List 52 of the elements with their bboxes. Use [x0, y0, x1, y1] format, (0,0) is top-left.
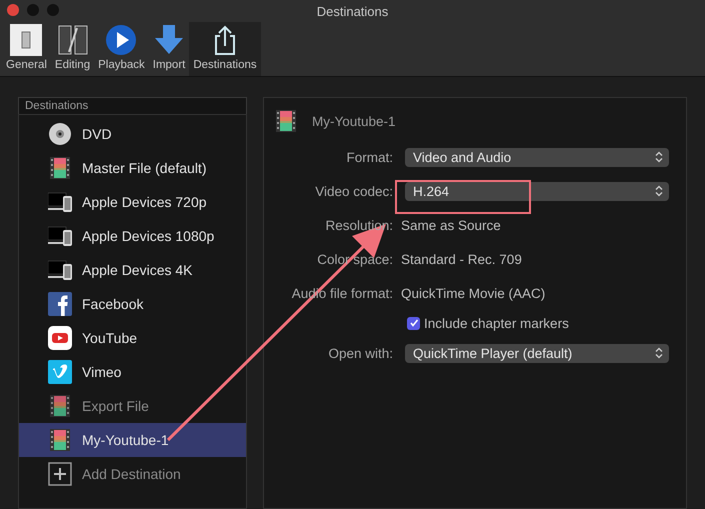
toolbar-button[interactable]: Destinations	[189, 22, 261, 76]
facebook-icon	[48, 292, 72, 316]
field-value: Same as Source	[401, 218, 501, 232]
devices-icon	[48, 190, 72, 214]
chevron-icon	[655, 151, 663, 163]
dropdown[interactable]: QuickTime Player (default)	[405, 344, 669, 362]
minimize-button[interactable]	[27, 4, 39, 16]
devices-icon	[48, 224, 72, 248]
devices-icon	[48, 258, 72, 282]
film-icon	[48, 394, 72, 418]
toolbar-button[interactable]: Editing	[50, 22, 94, 76]
checkbox[interactable]: Include chapter markers	[407, 316, 569, 330]
list-header: Destinations	[18, 97, 247, 114]
zoom-button[interactable]	[47, 4, 59, 16]
toolbar-button[interactable]: Import	[148, 22, 190, 76]
film-icon	[48, 156, 72, 180]
destination-item[interactable]: My-Youtube-1	[19, 423, 246, 457]
destination-item[interactable]: Master File (default)	[19, 151, 246, 185]
film-icon	[48, 428, 72, 452]
chevron-icon	[655, 347, 663, 359]
film-strip-icon	[56, 24, 88, 56]
field-value: Standard - Rec. 709	[401, 252, 522, 266]
destination-item[interactable]: Apple Devices 720p	[19, 185, 246, 219]
film-icon	[274, 109, 298, 133]
close-button[interactable]	[7, 4, 19, 16]
destination-item[interactable]: Apple Devices 1080p	[19, 219, 246, 253]
disc-icon	[48, 122, 72, 146]
chevron-icon	[655, 185, 663, 197]
dropdown[interactable]: Video and Audio	[405, 148, 669, 166]
window-title: Destinations	[316, 4, 388, 18]
destination-item[interactable]: Apple Devices 4K	[19, 253, 246, 287]
destination-item[interactable]: DVD	[19, 117, 246, 151]
toolbar-button[interactable]: Playback	[94, 22, 149, 76]
field-label: Color space:	[317, 252, 393, 266]
play-icon	[105, 24, 138, 56]
add-icon	[48, 462, 72, 486]
destination-item[interactable]: Vimeo	[19, 355, 246, 389]
destination-item[interactable]: YouTube	[19, 321, 246, 355]
destination-title: My-Youtube-1	[312, 114, 396, 128]
field-label: Video codec:	[315, 184, 393, 198]
checkmark-icon	[408, 318, 418, 328]
youtube-icon	[48, 326, 72, 350]
toolbar-button[interactable]: General	[2, 22, 51, 76]
field-value: QuickTime Movie (AAC)	[401, 286, 546, 300]
dropdown[interactable]: H.264	[405, 182, 669, 200]
field-label: Open with:	[328, 346, 393, 360]
vimeo-icon	[48, 360, 72, 384]
switch-icon	[10, 24, 42, 56]
field-label: Format:	[346, 150, 393, 164]
download-arrow-icon	[153, 24, 186, 56]
field-label: Resolution:	[325, 218, 393, 232]
destination-item[interactable]: Facebook	[19, 287, 246, 321]
